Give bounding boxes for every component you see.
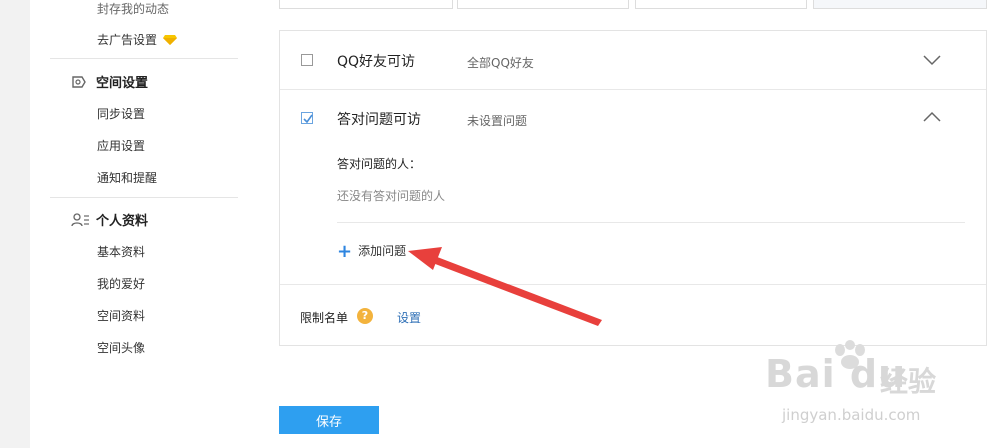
- watermark-url: jingyan.baidu.com: [782, 406, 921, 424]
- watermark-brand: 经验: [880, 365, 937, 398]
- baidu-watermark: Bai du 经验 jingyan.baidu.com: [760, 340, 970, 440]
